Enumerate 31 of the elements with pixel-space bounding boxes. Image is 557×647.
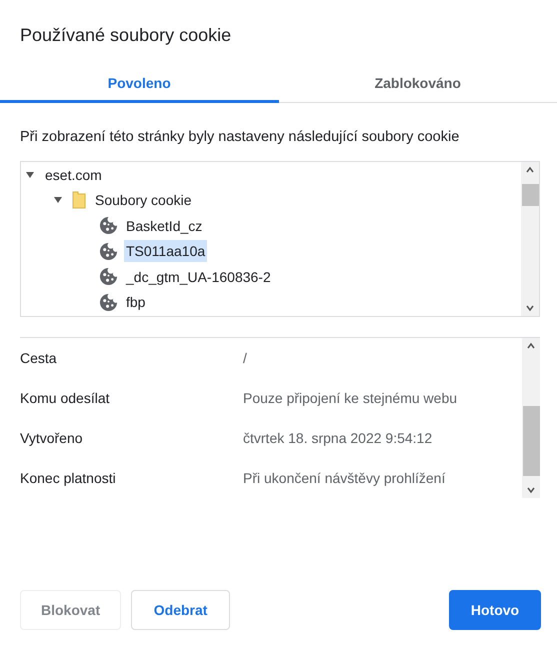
folder-item[interactable]: Soubory cookie — [93, 189, 194, 212]
scroll-thumb[interactable] — [522, 184, 538, 206]
scroll-thumb[interactable] — [522, 406, 540, 476]
detail-value: / — [243, 350, 247, 366]
detail-value: čtvrtek 18. srpna 2022 9:54:12 — [243, 430, 432, 446]
cookie-icon — [99, 242, 118, 261]
cookie-item[interactable]: _dc_gtm_UA-160836-2 — [124, 266, 273, 288]
detail-value: Při ukončení návštěvy prohlížení — [243, 470, 446, 486]
cookie-icon — [99, 267, 118, 286]
detail-label: Vytvořeno — [20, 430, 84, 446]
detail-label: Cesta — [20, 350, 58, 366]
cookie-icon — [99, 292, 118, 312]
done-button[interactable]: Hotovo — [449, 590, 541, 630]
expand-down-icon[interactable] — [53, 195, 63, 206]
detail-label: Komu odesílat — [20, 390, 110, 406]
description-text: Při zobrazení této stránky byly nastaveny následující soubory cookie — [19, 128, 460, 147]
cookie-item[interactable]: fbp — [124, 291, 148, 314]
folder-icon — [71, 191, 87, 210]
detail-label: Konec platnosti — [20, 470, 117, 486]
action-button[interactable]: Odebrat — [131, 590, 230, 630]
detail-value: Pouze připojení ke stejnému webu — [243, 390, 458, 406]
tab[interactable]: Povoleno — [0, 67, 278, 103]
tab[interactable]: Zablokováno — [278, 67, 557, 103]
dialog-title: Používané soubory cookie — [19, 24, 232, 47]
scrollbar[interactable] — [521, 162, 539, 316]
cookie-item[interactable]: BasketId_cz — [124, 214, 204, 237]
scrollbar[interactable] — [522, 338, 540, 498]
expand-down-icon[interactable] — [25, 170, 35, 180]
site-item[interactable]: eset.com — [43, 164, 104, 186]
cookie-item[interactable]: TS011aa10a — [124, 240, 208, 262]
cookie-icon — [99, 216, 118, 236]
